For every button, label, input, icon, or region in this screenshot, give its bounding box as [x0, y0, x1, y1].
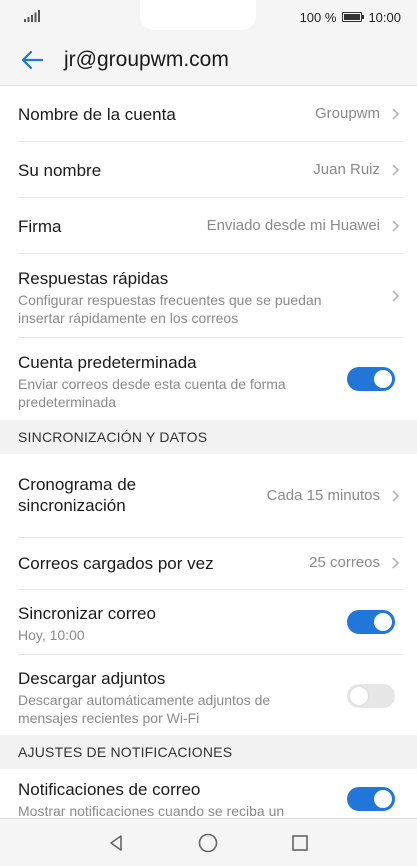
setting-signature[interactable]: Firma Enviado desde mi Huawei: [0, 198, 417, 254]
page-title: jr@groupwm.com: [64, 48, 229, 71]
setting-description: predeterminada: [18, 394, 117, 410]
download-attachments-toggle[interactable]: [347, 684, 395, 708]
app-header: jr@groupwm.com: [0, 34, 417, 86]
setting-emails-loaded[interactable]: Correos cargados por vez 25 correos: [0, 538, 417, 590]
section-title: AJUSTES DE NOTIFICACIONES: [18, 744, 233, 760]
chevron-right-icon: [392, 557, 400, 569]
setting-value: Cada 15 minutos: [266, 487, 380, 504]
section-header-sync: SINCRONIZACIÓN Y DATOS: [0, 420, 417, 454]
setting-description: Hoy, 10:00: [18, 627, 85, 643]
triangle-back-icon: [110, 835, 122, 851]
setting-label: Nombre de la cuenta: [18, 105, 176, 124]
setting-default-account[interactable]: Cuenta predeterminada Enviar correos des…: [0, 338, 417, 420]
nav-home-button[interactable]: [194, 829, 222, 857]
setting-description: insertar rápidamente en los correos: [18, 310, 239, 326]
circle-home-icon: [198, 833, 218, 853]
default-account-toggle[interactable]: [347, 367, 395, 391]
setting-sync-email[interactable]: Sincronizar correo Hoy, 10:00: [0, 590, 417, 655]
setting-label: Su nombre: [18, 161, 102, 180]
status-bar: 100 % 10:00: [0, 0, 417, 34]
signal-icon: [24, 10, 40, 22]
back-button[interactable]: [14, 44, 50, 76]
setting-label: Sincronizar correo: [18, 604, 156, 623]
setting-value: 25 correos: [309, 554, 380, 571]
chevron-right-icon: [392, 290, 400, 302]
setting-account-name[interactable]: Nombre de la cuenta Groupwm: [0, 86, 417, 142]
setting-label: sincronización: [18, 496, 126, 515]
system-navigation-bar: [0, 818, 417, 866]
setting-label: Correos cargados por vez: [18, 554, 214, 573]
nav-recents-button[interactable]: [286, 829, 314, 857]
chevron-right-icon: [392, 108, 400, 120]
setting-label: Cuenta predeterminada: [18, 353, 197, 372]
setting-description: Enviar correos desde esta cuenta de form…: [18, 376, 286, 392]
email-notifications-toggle[interactable]: [347, 787, 395, 811]
setting-description: Mostrar notificaciones cuando se reciba …: [18, 803, 285, 818]
settings-list: Nombre de la cuenta Groupwm Su nombre Ju…: [0, 86, 417, 818]
section-header-notifications: AJUSTES DE NOTIFICACIONES: [0, 735, 417, 769]
chevron-right-icon: [392, 220, 400, 232]
setting-value: Enviado desde mi Huawei: [206, 217, 380, 234]
arrow-left-icon: [21, 50, 44, 70]
setting-label: Respuestas rápidas: [18, 269, 169, 288]
section-title: SINCRONIZACIÓN Y DATOS: [18, 429, 208, 445]
chevron-right-icon: [392, 490, 400, 502]
setting-description: mensajes recientes por Wi-Fi: [18, 710, 200, 726]
setting-description: Descargar automáticamente adjuntos de: [18, 692, 271, 708]
square-recents-icon: [292, 835, 308, 851]
battery-percent: 100 %: [299, 9, 337, 25]
setting-download-attachments[interactable]: Descargar adjuntos Descargar automáticam…: [0, 655, 417, 735]
setting-label: Notificaciones de correo: [18, 780, 201, 799]
setting-email-notifications[interactable]: Notificaciones de correo Mostrar notific…: [0, 769, 417, 818]
battery-icon: [342, 12, 365, 22]
sync-email-toggle[interactable]: [347, 610, 395, 634]
setting-your-name[interactable]: Su nombre Juan Ruiz: [0, 142, 417, 198]
setting-description: Configurar respuestas frecuentes que se …: [18, 292, 322, 308]
nav-back-button[interactable]: [102, 829, 130, 857]
chevron-right-icon: [392, 164, 400, 176]
setting-label: Cronograma de: [18, 475, 137, 494]
camera-notch: [140, 0, 256, 30]
setting-value: Groupwm: [314, 105, 380, 122]
setting-sync-schedule[interactable]: Cronograma de sincronización Cada 15 min…: [0, 454, 417, 538]
setting-quick-responses[interactable]: Respuestas rápidas Configurar respuestas…: [0, 254, 417, 338]
setting-value: Juan Ruiz: [313, 161, 380, 178]
setting-label: Descargar adjuntos: [18, 669, 166, 688]
clock: 10:00: [368, 9, 401, 25]
setting-label: Firma: [18, 217, 62, 236]
